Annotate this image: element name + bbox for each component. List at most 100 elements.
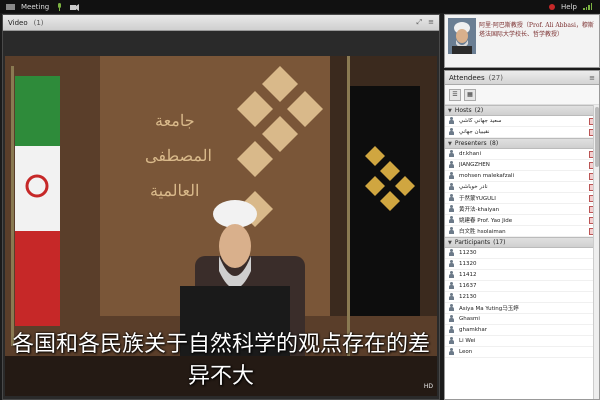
user-icon [448,304,455,312]
scrollbar-thumb[interactable] [595,107,599,167]
section-title: Hosts [454,107,472,114]
list-view-icon[interactable]: ☰ [449,88,461,101]
user-icon [448,227,455,235]
svg-text:جامعة: جامعة [155,111,195,130]
user-icon [448,271,455,279]
attendee-row[interactable]: 11320 [445,259,599,270]
attendees-header: Attendees (27) ≡ [445,71,599,85]
attendee-name: dr.khani [459,151,482,157]
user-icon [448,183,455,191]
attendee-row[interactable]: ghamkhar [445,325,599,336]
attendee-row[interactable]: JIANGZHEN [445,160,599,171]
attendee-row[interactable]: 黄开法-khaiyan [445,204,599,215]
attendee-section-participants[interactable]: ▼ Participants (17) [445,237,599,248]
section-count: (17) [493,239,506,246]
section-count: (8) [489,140,499,147]
attendee-name: mohsen malekafzali [459,173,515,179]
user-icon [448,128,455,136]
attendee-name: Leon [459,349,473,355]
attendee-name: 白文胜 hsolaiman [459,229,506,235]
speaker-photo [448,18,476,54]
attendee-name: Asiya Ma Yuting马玉婷 [459,306,519,312]
meeting-logo-icon [6,3,15,11]
pod-menu-icon[interactable]: ≡ [589,74,595,82]
attendees-toolbar: ☰ ▦ [445,85,599,105]
attendee-row[interactable]: Asiya Ma Yuting马玉婷 [445,303,599,314]
attendee-row[interactable]: Ghasmi [445,314,599,325]
attendee-name: نادر خوباشي [459,184,488,190]
signal-icon [583,3,592,10]
attendees-pod: Attendees (27) ≡ ☰ ▦ ▼ Hosts (2) سعيد جهاني… [444,70,600,400]
attendee-section-presenters[interactable]: ▼ Presenters (8) [445,138,599,149]
attendee-row[interactable]: 白文胜 hsolaiman [445,226,599,237]
section-title: Presenters [454,140,487,147]
speaker-caption-pod: 阿里·阿巴斯教授（Prof. Ali Abbasi，穆斯塔法国际大学校长、哲学教… [444,14,600,68]
attendee-row[interactable]: 12130 [445,292,599,303]
user-icon [448,348,455,356]
user-icon [448,260,455,268]
user-icon [448,326,455,334]
attendee-name: 12130 [459,294,477,300]
attendee-row[interactable]: 11412 [445,270,599,281]
video-pod-header: Video (1) ⤢ ≡ [3,15,439,31]
fullscreen-icon[interactable]: ⤢ [417,18,423,27]
attendee-section-hosts[interactable]: ▼ Hosts (2) [445,105,599,116]
section-count: (2) [474,107,484,114]
attendee-row[interactable]: 11230 [445,248,599,259]
camera-icon[interactable] [70,3,80,11]
collapse-icon[interactable]: ▼ [448,108,452,114]
user-icon [448,172,455,180]
status-view-icon[interactable]: ▦ [464,88,476,101]
attendee-row[interactable]: سعيد جهاني کاشي [445,116,599,127]
collapse-icon[interactable]: ▼ [448,141,452,147]
user-icon [448,216,455,224]
attendee-name: Ghasmi [459,316,480,322]
attendees-title: Attendees [449,73,485,82]
attendee-row[interactable]: Li Wei [445,336,599,347]
speaker-caption: 阿里·阿巴斯教授（Prof. Ali Abbasi，穆斯塔法国际大学校长、哲学教… [479,22,594,38]
attendee-name: Li Wei [459,338,476,344]
mic-icon[interactable] [55,2,64,11]
video-subtitle: 各国和各民族关于自然科学的观点存在的差异不大 [11,332,430,389]
hd-badge: HD [423,383,433,390]
attendee-name: JIANGZHEN [459,162,490,168]
pod-menu-icon[interactable]: ≡ [428,18,434,27]
collapse-icon[interactable]: ▼ [448,240,452,246]
user-icon [448,249,455,257]
attendee-row[interactable]: 11637 [445,281,599,292]
video-pod-count: (1) [33,18,44,27]
user-icon [448,337,455,345]
user-icon [448,315,455,323]
attendee-row[interactable]: Leon [445,347,599,358]
user-icon [448,293,455,301]
meeting-menu[interactable]: Meeting [21,3,49,11]
help-menu[interactable]: Help [561,3,577,11]
status-icon[interactable] [549,3,556,10]
attendee-row[interactable]: 于然蒙YUGULI [445,193,599,204]
attendees-count: (27) [488,73,503,82]
section-title: Participants [454,239,491,246]
attendees-scrollbar[interactable] [593,105,599,399]
attendee-row[interactable]: mohsen malekafzali [445,171,599,182]
attendee-row[interactable]: نادر خوباشي [445,182,599,193]
attendee-name: 于然蒙YUGULI [459,196,496,202]
attendee-row[interactable]: 姚建春 Prof. Yao Jide [445,215,599,226]
attendee-name: نقيبيان جهاني [459,129,490,135]
attendee-name: سعيد جهاني کاشي [459,118,502,124]
attendee-name: 11320 [459,261,477,267]
user-icon [448,205,455,213]
user-icon [448,150,455,158]
attendee-name: 11412 [459,272,477,278]
video-stream[interactable]: جامعة المصطفی العالمية 各国和各民族关于自然科学的观点存在… [5,56,437,396]
attendee-name: 11637 [459,283,477,289]
attendee-name: 11230 [459,250,477,256]
attendee-name: 姚建春 Prof. Yao Jide [459,218,513,224]
video-pod: Video (1) ⤢ ≡ جامعة المصطفی العالمية 各国和… [2,14,440,400]
attendee-name: ghamkhar [459,327,488,333]
attendee-row[interactable]: dr.khani [445,149,599,160]
top-menu-bar: Meeting Help [0,0,600,13]
attendee-row[interactable]: نقيبيان جهاني [445,127,599,138]
user-icon [448,161,455,169]
user-icon [448,194,455,202]
user-icon [448,117,455,125]
